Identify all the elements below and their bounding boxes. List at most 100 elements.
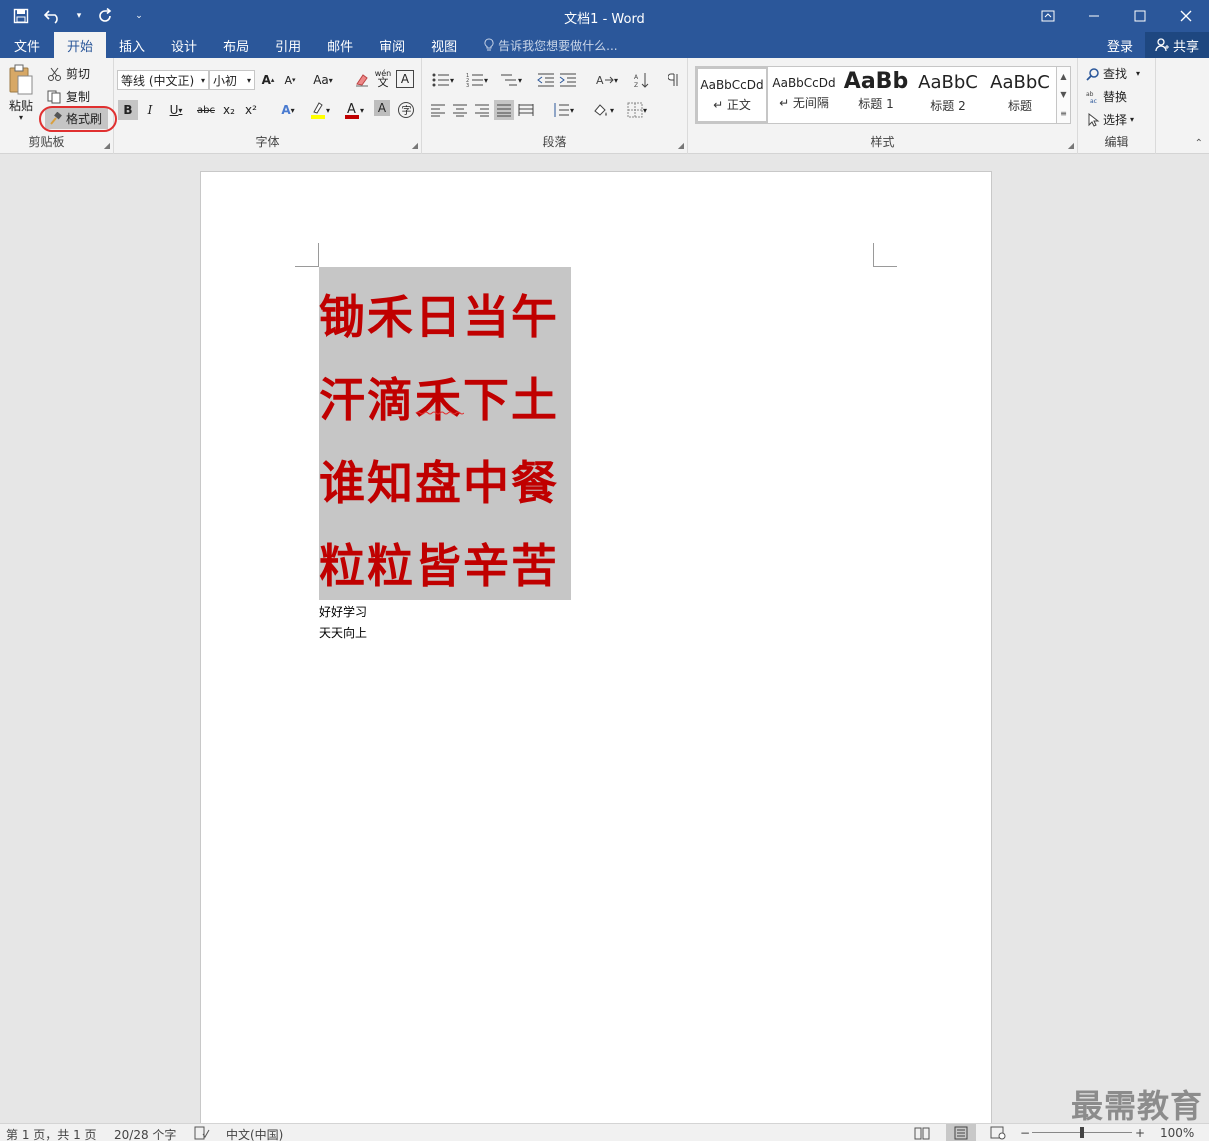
grow-font-icon[interactable]: A ▴ <box>258 70 278 90</box>
login-link[interactable]: 登录 <box>1095 36 1145 55</box>
align-left-icon[interactable] <box>428 100 448 120</box>
distributed-icon[interactable] <box>516 100 536 120</box>
dialog-launcher-icon[interactable]: ◢ <box>678 141 684 150</box>
tab-references[interactable]: 引用 <box>262 32 314 58</box>
tab-layout[interactable]: 布局 <box>210 32 262 58</box>
highlight-ellipse <box>39 106 117 132</box>
print-layout-icon[interactable] <box>946 1124 976 1141</box>
zoom-out-icon[interactable]: − <box>1020 1126 1030 1140</box>
find-button[interactable]: 查找 ▾ <box>1086 65 1140 82</box>
asian-layout-icon[interactable]: A ▾ <box>592 70 622 90</box>
multilevel-list-icon[interactable]: ▾ <box>496 70 526 90</box>
justify-icon[interactable] <box>494 100 514 120</box>
highlight-color-icon[interactable]: ▾ <box>306 100 334 120</box>
body-line[interactable]: 好好学习 <box>319 603 367 620</box>
paragraph-group: ▾ 1 2 3 ▾ ▾ A ▾ AZ ▾ ▾ ▾ 段落 ◢ <box>422 58 688 154</box>
shading-icon[interactable]: ▾ <box>588 100 618 120</box>
svg-text:A: A <box>347 102 356 117</box>
strikethrough-button[interactable]: abc <box>196 100 216 120</box>
selected-poem-block[interactable]: 锄禾日当午 汗滴禾下土 谁知盘中餐 粒粒皆辛苦 <box>319 267 571 600</box>
text-effects-icon[interactable]: A ▾ <box>274 100 302 120</box>
style-title[interactable]: AaBbC 标题 <box>984 67 1056 123</box>
bold-label: B <box>123 103 133 117</box>
show-formatting-icon[interactable] <box>664 70 684 90</box>
poem-line[interactable]: 谁知盘中餐 <box>319 447 559 513</box>
zoom-level[interactable]: 100% <box>1160 1126 1194 1140</box>
collapse-ribbon-icon[interactable]: ⌃ <box>1195 138 1203 149</box>
style-no-spacing[interactable]: AaBbCcDd ↵ 无间隔 <box>768 67 840 123</box>
select-button[interactable]: 选择 ▾ <box>1086 111 1134 128</box>
bullets-icon[interactable]: ▾ <box>428 70 458 90</box>
more-icon[interactable]: ≡ <box>1060 109 1067 118</box>
sort-icon[interactable]: AZ <box>632 70 652 90</box>
poem-line[interactable]: 汗滴禾下土 <box>319 364 559 430</box>
font-name-combo[interactable]: 等线 (中文正) ▾ <box>117 70 209 90</box>
editing-group: 查找 ▾ ab ac 替换 选择 ▾ 编辑 <box>1078 58 1156 154</box>
dialog-launcher-icon[interactable]: ◢ <box>1068 141 1074 150</box>
tab-mailings[interactable]: 邮件 <box>314 32 366 58</box>
style-normal[interactable]: AaBbCcDd ↵ 正文 <box>696 67 768 123</box>
style-heading-2[interactable]: AaBbC 标题 2 <box>912 67 984 123</box>
page-count[interactable]: 第 1 页，共 1 页 <box>6 1126 97 1141</box>
font-size-combo[interactable]: 小初 ▾ <box>209 70 255 90</box>
subscript-button[interactable]: x₂ <box>219 100 239 120</box>
cut-button[interactable]: 剪切 <box>47 65 90 82</box>
tab-file[interactable]: 文件 <box>0 32 54 58</box>
character-shading-icon[interactable]: A <box>374 100 390 116</box>
style-sample: AaBbC <box>918 72 978 93</box>
proofing-icon[interactable] <box>194 1126 210 1141</box>
minimize-icon[interactable] <box>1071 0 1117 32</box>
superscript-button[interactable]: x² <box>241 100 261 120</box>
align-right-icon[interactable] <box>472 100 492 120</box>
styles-gallery-scroll[interactable]: ▲ ▼ ≡ <box>1057 66 1071 124</box>
share-button[interactable]: 共享 <box>1144 32 1209 58</box>
poem-line[interactable]: 粒粒皆辛苦 <box>319 530 559 596</box>
poem-line[interactable]: 锄禾日当午 <box>319 281 559 347</box>
tell-me-box[interactable]: 告诉我您想要做什么... <box>470 32 618 58</box>
font-color-icon[interactable]: A ▾ <box>340 100 368 120</box>
phonetic-guide-button[interactable]: wén 文 <box>373 68 393 88</box>
bold-button[interactable]: B <box>118 100 138 120</box>
numbering-icon[interactable]: 1 2 3 ▾ <box>462 70 492 90</box>
lightbulb-icon <box>484 38 494 51</box>
find-label: 查找 <box>1103 67 1128 81</box>
line-spacing-icon[interactable]: ▾ <box>548 100 578 120</box>
word-count[interactable]: 20/28 个字 <box>114 1126 176 1141</box>
zoom-in-icon[interactable]: + <box>1135 1126 1145 1140</box>
language[interactable]: 中文(中国) <box>226 1126 283 1141</box>
ribbon-display-icon[interactable] <box>1025 0 1071 32</box>
tab-review[interactable]: 审阅 <box>366 32 418 58</box>
change-case-button[interactable]: Aa ▾ <box>308 70 338 90</box>
chevron-up-icon[interactable]: ▲ <box>1060 72 1066 81</box>
italic-button[interactable]: I <box>140 100 160 120</box>
read-mode-icon[interactable] <box>914 1126 930 1141</box>
increase-indent-icon[interactable] <box>558 70 578 90</box>
clear-format-icon[interactable] <box>352 70 372 90</box>
style-name: ↵ 正文 <box>713 98 751 112</box>
decrease-indent-icon[interactable] <box>536 70 556 90</box>
align-center-icon[interactable] <box>450 100 470 120</box>
paste-button[interactable]: 粘贴 ▾ <box>8 64 34 122</box>
tab-home[interactable]: 开始 <box>54 32 107 58</box>
copy-button[interactable]: 复制 <box>47 88 90 105</box>
body-line[interactable]: 天天向上 <box>319 624 367 641</box>
enclose-characters-icon[interactable]: 字 <box>396 100 416 120</box>
close-icon[interactable] <box>1163 0 1209 32</box>
dialog-launcher-icon[interactable]: ◢ <box>412 141 418 150</box>
tab-view[interactable]: 视图 <box>418 32 470 58</box>
borders-icon[interactable]: ▾ <box>622 100 652 120</box>
tab-insert[interactable]: 插入 <box>106 32 158 58</box>
chevron-down-icon[interactable]: ▼ <box>1060 90 1066 99</box>
web-layout-icon[interactable] <box>990 1126 1006 1141</box>
shrink-font-icon[interactable]: A ▾ <box>280 70 300 90</box>
tab-design[interactable]: 设计 <box>158 32 210 58</box>
replace-button[interactable]: ab ac 替换 <box>1086 88 1127 105</box>
zoom-slider-thumb[interactable] <box>1080 1127 1084 1138</box>
underline-button[interactable]: U ▾ <box>162 100 190 120</box>
maximize-icon[interactable] <box>1117 0 1163 32</box>
styles-gallery: AaBbCcDd ↵ 正文 AaBbCcDd ↵ 无间隔 AaBb 标题 1 A… <box>695 66 1057 124</box>
character-border-button[interactable]: A <box>396 70 414 88</box>
dialog-launcher-icon[interactable]: ◢ <box>104 141 110 150</box>
style-heading-1[interactable]: AaBb 标题 1 <box>840 67 912 123</box>
paste-label: 粘贴 <box>8 99 33 113</box>
